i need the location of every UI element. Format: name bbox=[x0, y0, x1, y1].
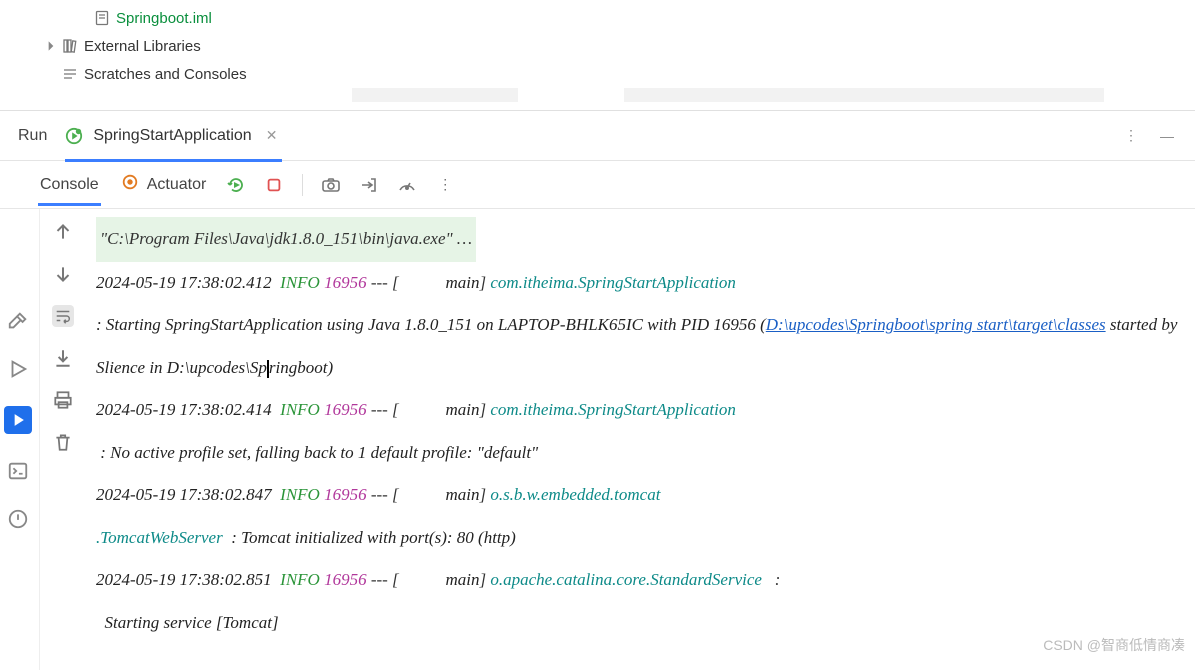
spring-run-icon bbox=[65, 127, 83, 145]
run-tool-icon[interactable] bbox=[4, 406, 32, 434]
tree-node-label: Scratches and Consoles bbox=[84, 66, 247, 83]
run-tab-name: SpringStartApplication bbox=[93, 127, 251, 145]
console-area: "C:\Program Files\Java\jdk1.8.0_151\bin\… bbox=[0, 209, 1195, 670]
log-line: : Starting SpringStartApplication using … bbox=[96, 304, 1185, 389]
command-line: "C:\Program Files\Java\jdk1.8.0_151\bin\… bbox=[96, 217, 476, 262]
hammer-icon[interactable] bbox=[7, 310, 29, 332]
console-toolbar: Console Actuator ⋮ bbox=[0, 161, 1195, 209]
library-icon bbox=[62, 38, 78, 54]
scroll-track[interactable] bbox=[352, 88, 518, 102]
trash-icon[interactable] bbox=[52, 431, 74, 453]
terminal-icon[interactable] bbox=[7, 460, 29, 482]
minimize-icon[interactable]: — bbox=[1157, 126, 1177, 146]
stop-icon[interactable] bbox=[264, 175, 284, 195]
run-label: Run bbox=[18, 127, 47, 145]
tab-console[interactable]: Console bbox=[38, 164, 101, 206]
tree-file-label: Springboot.iml bbox=[116, 10, 212, 27]
console-side-actions bbox=[40, 209, 86, 670]
log-line: .TomcatWebServer : Tomcat initialized wi… bbox=[96, 517, 1185, 560]
scroll-to-end-icon[interactable] bbox=[52, 347, 74, 369]
chevron-right-icon bbox=[44, 39, 58, 53]
log-line: : No active profile set, falling back to… bbox=[96, 432, 1185, 475]
actuator-label: Actuator bbox=[147, 176, 207, 194]
run-tab[interactable]: SpringStartApplication ✕ bbox=[65, 111, 281, 161]
toolbar-icons: ⋮ bbox=[226, 174, 455, 196]
path-link[interactable]: D:\upcodes\Springboot\spring start\targe… bbox=[766, 315, 1106, 334]
print-icon[interactable] bbox=[52, 389, 74, 411]
project-tree: Springboot.iml External Libraries Scratc… bbox=[0, 0, 1195, 111]
arrow-up-icon[interactable] bbox=[52, 221, 74, 243]
separator bbox=[302, 174, 303, 196]
log-line: 2024-05-19 17:38:02.847 INFO 16956 --- [… bbox=[96, 474, 1185, 517]
activity-bar bbox=[0, 310, 36, 530]
tree-external-libraries[interactable]: External Libraries bbox=[0, 32, 1195, 60]
play-debug-icon[interactable] bbox=[7, 358, 29, 380]
log-line: 2024-05-19 17:38:02.414 INFO 16956 --- [… bbox=[96, 389, 1185, 432]
problems-icon[interactable] bbox=[7, 508, 29, 530]
more-vertical-icon[interactable]: ⋮ bbox=[435, 175, 455, 195]
scratches-icon bbox=[62, 66, 78, 82]
exit-icon[interactable] bbox=[359, 175, 379, 195]
rerun-icon[interactable] bbox=[226, 175, 246, 195]
console-output[interactable]: "C:\Program Files\Java\jdk1.8.0_151\bin\… bbox=[86, 209, 1195, 670]
log-line: Starting service [Tomcat] bbox=[96, 602, 1185, 645]
more-vertical-icon[interactable]: ⋮ bbox=[1121, 126, 1141, 146]
soft-wrap-icon[interactable] bbox=[52, 305, 74, 327]
tree-file-iml[interactable]: Springboot.iml bbox=[0, 4, 1195, 32]
run-header-actions: ⋮ — bbox=[1121, 126, 1177, 146]
tab-actuator[interactable]: Actuator bbox=[121, 173, 207, 196]
scroll-track[interactable] bbox=[624, 88, 1104, 102]
gauge-icon[interactable] bbox=[397, 175, 417, 195]
scroll-tracks bbox=[0, 88, 1195, 102]
file-icon bbox=[94, 10, 110, 26]
run-header: Run SpringStartApplication ✕ ⋮ — bbox=[0, 111, 1195, 161]
log-line: 2024-05-19 17:38:02.851 INFO 16956 --- [… bbox=[96, 559, 1185, 602]
arrow-down-icon[interactable] bbox=[52, 263, 74, 285]
close-icon[interactable]: ✕ bbox=[262, 126, 282, 146]
log-line: 2024-05-19 17:38:02.412 INFO 16956 --- [… bbox=[96, 262, 1185, 305]
watermark: CSDN @智商低情商凑 bbox=[1043, 635, 1185, 655]
tree-node-label: External Libraries bbox=[84, 38, 201, 55]
camera-icon[interactable] bbox=[321, 175, 341, 195]
actuator-icon bbox=[121, 173, 139, 196]
tree-scratches[interactable]: Scratches and Consoles bbox=[0, 60, 1195, 88]
